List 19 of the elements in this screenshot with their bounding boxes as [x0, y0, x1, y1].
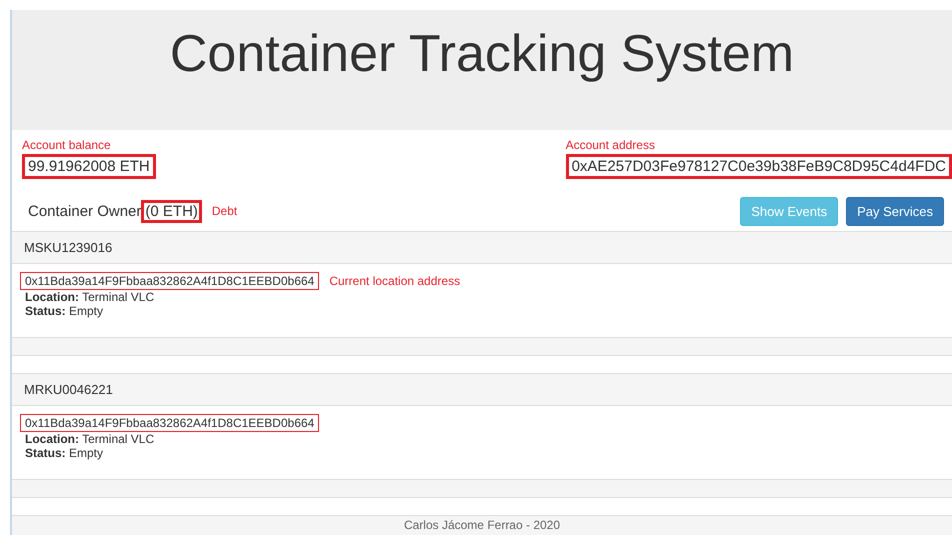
annotation-label: Account balance	[22, 138, 111, 152]
location-address: 0x11Bda39a14F9Fbbaa832862A4f1D8C1EEBD0b664	[20, 272, 320, 290]
status-line: Status: Empty	[24, 446, 104, 460]
account-address: 0xAE257D03Fe978127C0e39b38FeB9C8D95C4d4FDC	[566, 154, 952, 179]
annotation-label: Current location address	[329, 274, 460, 288]
container-code: MSKU1239016	[12, 230, 952, 264]
page-title: Container Tracking System	[170, 24, 794, 84]
owner-debt: (0 ETH)	[141, 200, 202, 222]
location-address: 0x11Bda39a14F9Fbbaa832862A4f1D8C1EEBD0b664	[20, 414, 320, 432]
account-balance: 99.91962008 ETH	[22, 154, 156, 179]
annotation-label: Debt	[212, 204, 238, 218]
container-code: MRKU0046221	[12, 372, 952, 406]
status-line: Status: Empty	[24, 304, 104, 318]
pay-services-button[interactable]: Pay Services	[846, 196, 944, 226]
page-footer: Carlos Jácome Ferrao - 2020	[12, 514, 952, 535]
location-line: Location: Terminal VLC	[24, 290, 154, 304]
location-line: Location: Terminal VLC	[24, 432, 154, 446]
annotation-label: Account address	[566, 138, 655, 152]
owner-role: Container Owner	[28, 202, 142, 220]
